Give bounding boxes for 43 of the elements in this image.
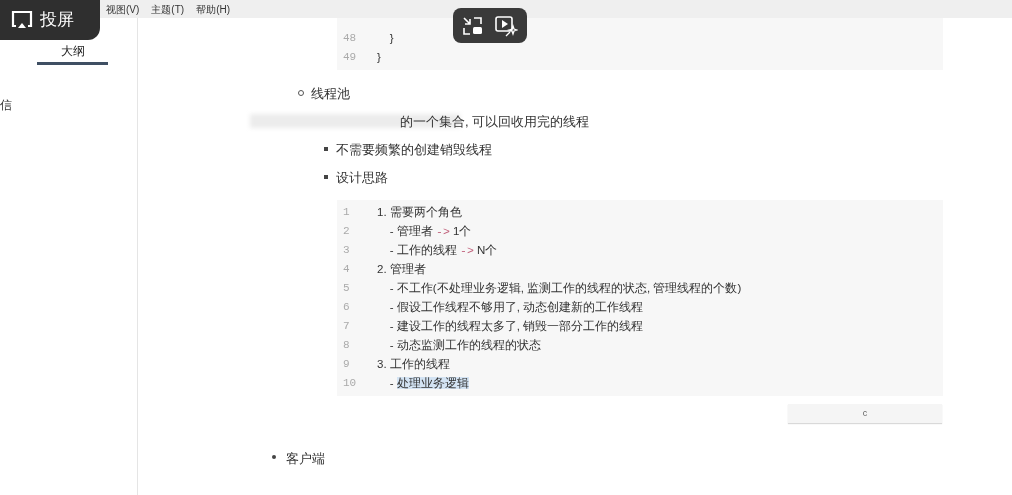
line-number: 1 — [342, 205, 351, 221]
menu-item[interactable]: 视图(V) — [106, 1, 140, 17]
line-number: 5 — [342, 281, 351, 297]
code-block[interactable]: 48 } 49 } — [337, 18, 943, 70]
outline-item[interactable]: 信 — [0, 96, 12, 114]
cast-button[interactable]: 投屏 — [0, 0, 100, 40]
line-number: 4 — [342, 262, 351, 278]
code-block[interactable]: 1 1. 需要两个角色 2 - 管理者 -> 1个 3 - 工作的线程 -> N个 4 2. 管理者 5 - 不工作(不处理业务逻辑, 监测工作的线程的状态, 管理线程的个数) 6 - 假设工作线程不够用了, 动态创建新的工作线程 7 - 建设工作的线程太多了, 销毁一部分工作的线程 8 - 动态监测工作的线程的状态 9 3. 工作的线程 10 - 处理业务逻辑 — [337, 200, 943, 396]
list-bullet-icon — [324, 147, 328, 151]
code-line: - 建设工作的线程太多了, 销毁一部分工作的线程 — [388, 318, 644, 334]
code-line: 1. 需要两个角色 — [377, 204, 462, 220]
list-item-text: 不需要频繁的创建销毁线程 — [336, 141, 492, 159]
line-number: 49 — [342, 50, 358, 66]
code-line: - 工作的线程 -> N个 — [388, 242, 498, 259]
line-number: 9 — [342, 357, 351, 373]
code-line: - 动态监测工作的线程的状态 — [388, 337, 541, 353]
line-number: 10 — [342, 376, 358, 392]
line-number: 48 — [342, 31, 358, 47]
minimize-window-icon[interactable] — [462, 15, 484, 36]
code-line: } — [377, 49, 381, 65]
menu-item[interactable]: 主题(T) — [151, 1, 185, 17]
line-number: 3 — [342, 243, 351, 259]
code-line: - 假设工作线程不够用了, 动态创建新的工作线程 — [388, 299, 644, 315]
list-item-text: 设计思路 — [336, 169, 388, 187]
code-line: - 管理者 -> 1个 — [388, 223, 472, 240]
video-sparkle-icon[interactable] — [494, 14, 518, 37]
language-button[interactable]: c — [788, 404, 942, 423]
list-item-text: 线程池 — [311, 85, 350, 103]
line-number: 7 — [342, 319, 351, 335]
code-line: - 处理业务逻辑 — [388, 375, 469, 391]
line-number: 8 — [342, 338, 351, 354]
line-number: 2 — [342, 224, 351, 240]
list-bullet-icon — [324, 175, 328, 179]
code-line: 3. 工作的线程 — [377, 356, 450, 372]
list-item-text: 客户端 — [286, 450, 325, 468]
cast-icon — [10, 9, 34, 31]
code-line: - 不工作(不处理业务逻辑, 监测工作的线程的状态, 管理线程的个数) — [388, 280, 742, 296]
paragraph-text: 的一个集合, 可以回收用完的线程 — [400, 113, 590, 131]
code-line: } — [388, 30, 394, 46]
list-bullet-icon — [272, 455, 276, 459]
line-number: 6 — [342, 300, 351, 316]
code-line: 2. 管理者 — [377, 261, 426, 277]
menu-item[interactable]: 帮助(H) — [196, 1, 230, 17]
